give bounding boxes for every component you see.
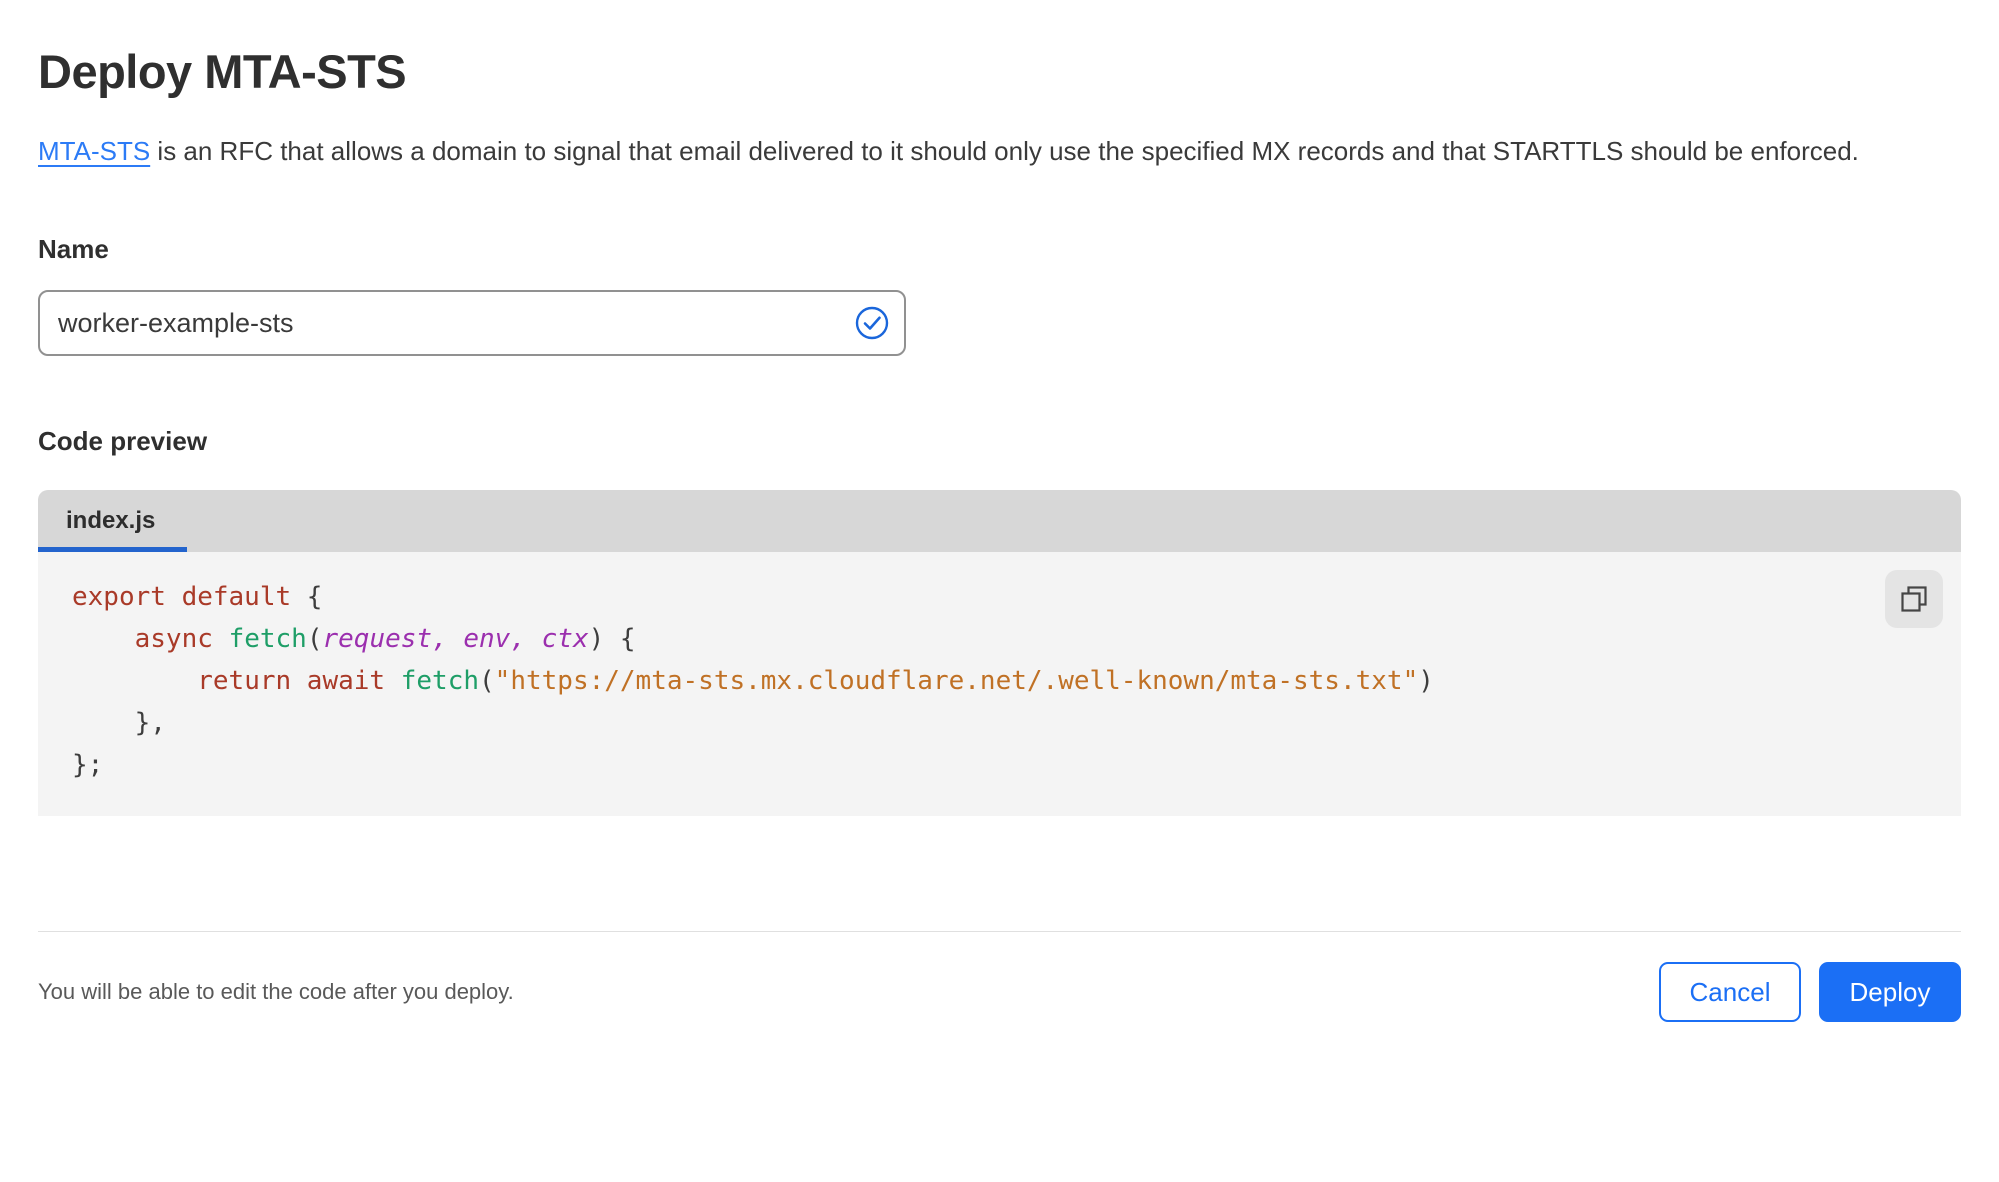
name-input[interactable] — [38, 290, 906, 356]
copy-icon — [1901, 586, 1927, 612]
code-token: ) — [1418, 666, 1434, 696]
code-editor-area: export default { async fetch(request, en… — [38, 552, 1961, 816]
code-token: ) { — [588, 624, 636, 654]
code-token: fetch — [228, 624, 307, 654]
code-token: return await — [197, 666, 386, 696]
description-text: MTA-STS is an RFC that allows a domain t… — [38, 129, 1938, 174]
code-token: }, — [72, 708, 166, 738]
name-input-wrap — [38, 290, 906, 356]
deploy-button[interactable]: Deploy — [1819, 962, 1961, 1022]
code-token: ( — [306, 624, 323, 654]
tab-label: index.js — [66, 507, 156, 534]
code-token: }; — [72, 750, 104, 780]
name-field-label: Name — [38, 234, 109, 264]
code-line: }, — [72, 702, 1871, 744]
footer-bar: You will be able to edit the code after … — [38, 932, 1961, 1022]
code-tabbar: index.js — [38, 490, 1961, 552]
code-token: request, env, ctx — [322, 624, 589, 654]
code-token: export default — [72, 582, 292, 612]
code-line: }; — [72, 744, 1871, 786]
code-token: async — [134, 624, 213, 654]
tab-index-js[interactable]: index.js — [38, 490, 188, 552]
code-token: ( — [479, 666, 495, 696]
page-title: Deploy MTA-STS — [38, 45, 407, 98]
mta-sts-link[interactable]: MTA-STS — [38, 136, 150, 166]
footer-actions: Cancel Deploy — [1659, 962, 1961, 1022]
code-preview-label: Code preview — [38, 426, 208, 456]
footer-note: You will be able to edit the code after … — [38, 979, 514, 1004]
code-preview-panel: index.js export default { async fetch(re… — [38, 490, 1961, 816]
copy-code-button[interactable] — [1885, 570, 1943, 628]
code-token: fetch — [400, 666, 480, 696]
code-token: "https://mta-sts.mx.cloudflare.net/.well… — [494, 666, 1419, 696]
deploy-mta-sts-page: Deploy MTA-STS MTA-STS is an RFC that al… — [0, 44, 1999, 1022]
description-rest: is an RFC that allows a domain to signal… — [150, 136, 1859, 166]
code-token: { — [291, 582, 323, 612]
code-line: async fetch(request, env, ctx) { — [72, 618, 1871, 660]
code-line: return await fetch("https://mta-sts.mx.c… — [72, 660, 1871, 702]
cancel-button[interactable]: Cancel — [1659, 962, 1801, 1022]
code-line: export default { — [72, 576, 1871, 618]
